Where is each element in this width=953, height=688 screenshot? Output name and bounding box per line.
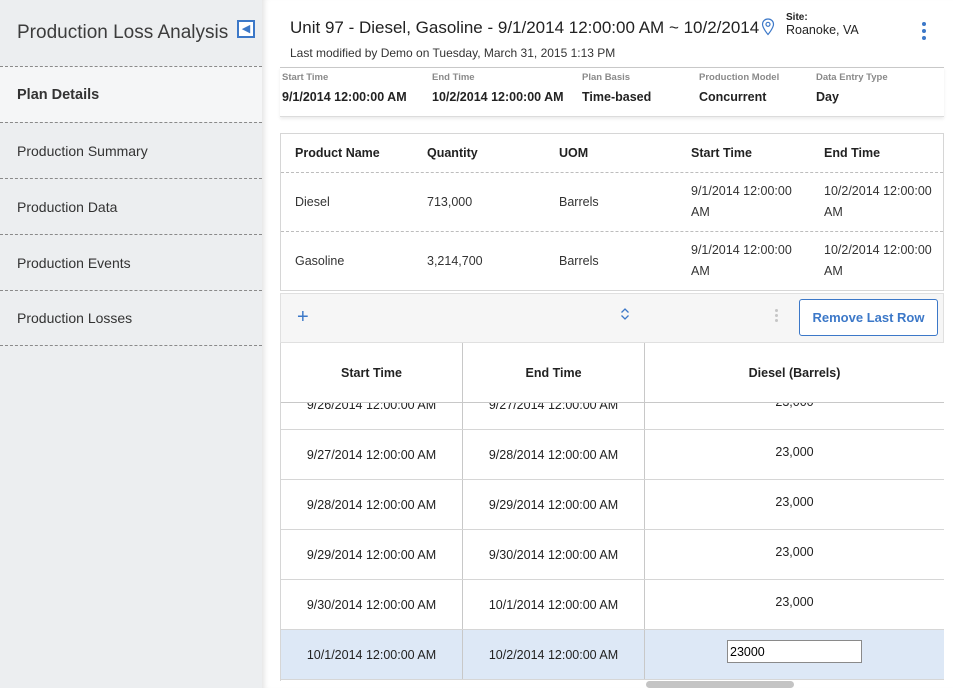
grid-cell: 23,000 bbox=[645, 580, 944, 629]
meta-plan-basis: Plan Basis Time-based bbox=[582, 72, 651, 104]
page-title: Unit 97 - Diesel, Gasoline - 9/1/2014 12… bbox=[290, 18, 760, 37]
table-cell: 10/2/2014 12:00:00 AM bbox=[824, 243, 932, 278]
grid-cell: 9/30/2014 12:00:00 AM bbox=[463, 530, 645, 579]
meta-start-time: Start Time 9/1/2014 12:00:00 AM bbox=[282, 72, 407, 104]
meta-end-time: End Time 10/2/2014 12:00:00 AM bbox=[432, 72, 564, 104]
app-title: Production Loss Analysis bbox=[17, 22, 229, 43]
meta-value: Concurrent bbox=[699, 90, 767, 104]
plan-meta-bar: Start Time 9/1/2014 12:00:00 AM End Time… bbox=[280, 67, 944, 117]
diesel-value-input[interactable] bbox=[727, 640, 862, 663]
meta-value: 9/1/2014 12:00:00 AM bbox=[282, 90, 407, 104]
table-cell: Barrels bbox=[559, 194, 599, 209]
site-value: Roanoke, VA bbox=[786, 23, 859, 37]
table-cell: Barrels bbox=[559, 253, 599, 268]
grid-cell: 9/30/2014 12:00:00 AM bbox=[281, 580, 463, 629]
meta-label: End Time bbox=[432, 72, 475, 83]
production-data-grid: Start Time End Time Diesel (Barrels) 9/2… bbox=[280, 343, 944, 681]
column-header[interactable]: Quantity bbox=[413, 143, 545, 164]
column-options-icon[interactable] bbox=[775, 309, 778, 322]
grid-cell-editing bbox=[645, 630, 944, 679]
main-panel: Unit 97 - Diesel, Gasoline - 9/1/2014 12… bbox=[262, 0, 953, 688]
grid-row-editing[interactable]: 10/1/2014 12:00:00 AM 10/2/2014 12:00:00… bbox=[281, 630, 944, 680]
grid-row[interactable]: 9/29/2014 12:00:00 AM 9/30/2014 12:00:00… bbox=[281, 530, 944, 580]
horizontal-scrollbar[interactable] bbox=[646, 681, 794, 688]
grid-cell: 9/28/2014 12:00:00 AM bbox=[281, 480, 463, 529]
sidebar-nav: Plan Details Production Summary Producti… bbox=[0, 66, 262, 346]
column-header[interactable]: End Time bbox=[810, 143, 943, 164]
table-row[interactable]: Diesel 713,000 Barrels 9/1/2014 12:00:00… bbox=[281, 172, 943, 231]
grid-column-header[interactable]: Start Time bbox=[281, 343, 463, 403]
column-header[interactable]: UOM bbox=[545, 143, 677, 164]
meta-label: Start Time bbox=[282, 72, 329, 83]
table-cell: 9/1/2014 12:00:00 AM bbox=[691, 243, 792, 278]
meta-value: Day bbox=[816, 90, 839, 104]
grid-body: 9/26/2014 12:00:00 AM 9/27/2014 12:00:00… bbox=[281, 380, 944, 680]
sidebar-item-production-losses[interactable]: Production Losses bbox=[0, 290, 262, 346]
grid-toolbar: + Remove Last Row bbox=[280, 293, 944, 343]
remove-last-row-button[interactable]: Remove Last Row bbox=[799, 299, 938, 336]
column-header[interactable]: Start Time bbox=[677, 143, 810, 164]
table-row[interactable]: Gasoline 3,214,700 Barrels 9/1/2014 12:0… bbox=[281, 231, 943, 290]
meta-value: Time-based bbox=[582, 90, 652, 104]
more-options-icon[interactable] bbox=[920, 22, 928, 40]
sidebar-item-production-data[interactable]: Production Data bbox=[0, 178, 262, 234]
grid-cell: 9/29/2014 12:00:00 AM bbox=[281, 530, 463, 579]
product-table: Product Name Quantity UOM Start Time End… bbox=[280, 133, 944, 291]
meta-data-entry-type: Data Entry Type Day bbox=[816, 72, 888, 104]
add-row-icon[interactable]: + bbox=[297, 306, 309, 328]
grid-row[interactable]: 9/27/2014 12:00:00 AM 9/28/2014 12:00:00… bbox=[281, 430, 944, 480]
grid-cell: 9/28/2014 12:00:00 AM bbox=[463, 430, 645, 479]
grid-column-header[interactable]: End Time bbox=[463, 343, 645, 403]
sort-icon[interactable] bbox=[619, 306, 631, 322]
sidebar-header: Production Loss Analysis ◀ bbox=[0, 0, 262, 66]
table-cell: 9/1/2014 12:00:00 AM bbox=[691, 184, 792, 219]
meta-label: Production Model bbox=[699, 72, 780, 83]
sidebar-item-production-events[interactable]: Production Events bbox=[0, 234, 262, 290]
meta-label: Plan Basis bbox=[582, 72, 631, 83]
table-cell: Gasoline bbox=[295, 253, 345, 268]
last-modified-text: Last modified by Demo on Tuesday, March … bbox=[290, 46, 616, 60]
grid-row[interactable]: 9/30/2014 12:00:00 AM 10/1/2014 12:00:00… bbox=[281, 580, 944, 630]
grid-cell: 9/27/2014 12:00:00 AM bbox=[281, 430, 463, 479]
meta-value: 10/2/2014 12:00:00 AM bbox=[432, 90, 564, 104]
table-header-row: Product Name Quantity UOM Start Time End… bbox=[281, 134, 943, 172]
table-cell: 10/2/2014 12:00:00 AM bbox=[824, 184, 932, 219]
site-label: Site: bbox=[786, 12, 808, 23]
table-cell: 3,214,700 bbox=[427, 253, 483, 268]
meta-production-model: Production Model Concurrent bbox=[699, 72, 779, 104]
site-info: Site: Roanoke, VA bbox=[786, 12, 859, 37]
grid-row[interactable]: 9/28/2014 12:00:00 AM 9/29/2014 12:00:00… bbox=[281, 480, 944, 530]
grid-column-header[interactable]: Diesel (Barrels) bbox=[645, 343, 944, 403]
grid-cell: 23,000 bbox=[645, 530, 944, 579]
meta-label: Data Entry Type bbox=[816, 72, 888, 83]
grid-header-row: Start Time End Time Diesel (Barrels) bbox=[281, 343, 944, 403]
column-header[interactable]: Product Name bbox=[281, 143, 413, 164]
location-pin-icon bbox=[761, 18, 775, 36]
grid-cell: 9/29/2014 12:00:00 AM bbox=[463, 480, 645, 529]
grid-cell: 10/1/2014 12:00:00 AM bbox=[281, 630, 463, 679]
grid-cell: 10/2/2014 12:00:00 AM bbox=[463, 630, 645, 679]
grid-cell: 23,000 bbox=[645, 430, 944, 479]
grid-cell: 23,000 bbox=[645, 480, 944, 529]
collapse-sidebar-icon[interactable]: ◀ bbox=[237, 20, 255, 38]
sidebar-item-production-summary[interactable]: Production Summary bbox=[0, 122, 262, 178]
sidebar-item-plan-details[interactable]: Plan Details bbox=[0, 66, 262, 122]
table-cell: 713,000 bbox=[427, 194, 473, 209]
grid-cell: 10/1/2014 12:00:00 AM bbox=[463, 580, 645, 629]
sidebar: Production Loss Analysis ◀ Plan Details … bbox=[0, 0, 262, 688]
table-cell: Diesel bbox=[295, 194, 330, 209]
